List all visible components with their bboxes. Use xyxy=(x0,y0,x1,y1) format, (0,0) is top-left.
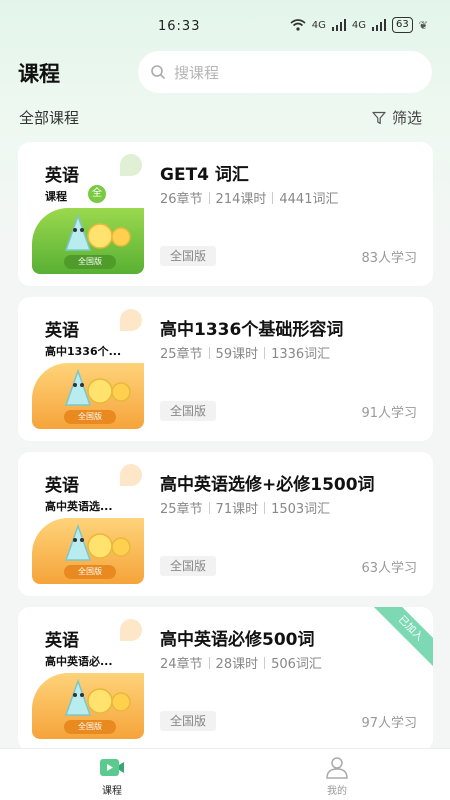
thumbnail-subtitle: 高中1336个... xyxy=(45,345,122,358)
chapter-count: 24章节 xyxy=(160,657,203,672)
network-label-2: 4G xyxy=(351,19,367,31)
meta-divider xyxy=(208,657,210,669)
filter-button[interactable]: 筛选 xyxy=(372,107,422,128)
thumbnail-subject: 英语 xyxy=(45,631,79,651)
thumbnail-edition: 全国版 xyxy=(64,720,116,734)
meta-divider xyxy=(264,657,266,669)
abc-mascot-icon xyxy=(64,368,131,406)
thumbnail-decoration xyxy=(120,619,142,641)
course-title: GET4 词汇 xyxy=(160,165,249,185)
page-title: 课程 xyxy=(18,62,60,86)
course-thumbnail: 英语 高中1336个... 全国版 xyxy=(32,307,144,429)
version-tag: 全国版 xyxy=(160,556,217,576)
course-card[interactable]: 英语 高中英语必... 全国版 高中英语必修500词 24章节 28课时 506词汇… xyxy=(18,607,433,751)
thumbnail-decoration xyxy=(120,309,142,331)
thumbnail-subtitle: 高中英语选... xyxy=(45,500,113,513)
abc-mascot-icon xyxy=(64,523,131,561)
bottom-nav: 课程 我的 xyxy=(0,748,450,800)
word-count: 4441词汇 xyxy=(279,192,339,207)
meta-divider xyxy=(264,347,266,359)
learner-count: 63人学习 xyxy=(361,561,417,576)
course-meta: 25章节 71课时 1503词汇 xyxy=(160,498,330,517)
meta-divider xyxy=(208,502,210,514)
learner-count: 97人学习 xyxy=(361,716,417,731)
filter-icon xyxy=(372,111,386,124)
wifi-icon xyxy=(290,19,306,31)
course-card[interactable]: 英语 课程 全 全国版 GET4 词汇 26章节 214课时 4441词汇 全国版 … xyxy=(18,142,433,286)
thumbnail-badge: 全 xyxy=(88,185,106,203)
thumbnail-decoration xyxy=(120,464,142,486)
course-meta: 25章节 59课时 1336词汇 xyxy=(160,343,330,362)
search-placeholder: 搜课程 xyxy=(174,63,220,82)
lesson-count: 71课时 xyxy=(215,502,259,517)
course-thumbnail: 英语 高中英语必... 全国版 xyxy=(32,617,144,739)
profile-icon xyxy=(326,757,348,779)
course-thumbnail: 英语 课程 全 全国版 xyxy=(32,152,144,274)
course-meta: 26章节 214课时 4441词汇 xyxy=(160,188,338,207)
chapter-count: 25章节 xyxy=(160,347,203,362)
leaf-icon: ❦ xyxy=(418,18,428,32)
chapter-count: 25章节 xyxy=(160,502,203,517)
search-input[interactable]: 搜课程 xyxy=(138,51,432,93)
thumbnail-subject: 英语 xyxy=(45,166,79,186)
nav-label-courses: 课程 xyxy=(102,786,122,797)
word-count: 1336词汇 xyxy=(271,347,331,362)
lesson-count: 28课时 xyxy=(215,657,259,672)
signal-icon xyxy=(331,19,346,31)
search-icon xyxy=(151,65,166,80)
thumbnail-edition: 全国版 xyxy=(64,410,116,424)
course-list: 英语 课程 全 全国版 GET4 词汇 26章节 214课时 4441词汇 全国版 … xyxy=(18,142,433,762)
version-tag: 全国版 xyxy=(160,711,217,731)
course-title: 高中英语选修+必修1500词 xyxy=(160,475,375,495)
abc-mascot-icon xyxy=(64,678,131,716)
status-icons: 4G 4G 63 ❦ xyxy=(290,17,428,33)
status-bar: 16:33 4G 4G 63 ❦ xyxy=(0,0,450,52)
lesson-count: 214课时 xyxy=(215,192,267,207)
joined-ribbon: 已加入 xyxy=(371,607,433,668)
meta-divider xyxy=(208,192,210,204)
course-card[interactable]: 英语 高中1336个... 全国版 高中1336个基础形容词 25章节 59课时 1… xyxy=(18,297,433,441)
signal-icon-2 xyxy=(372,19,387,31)
battery-indicator: 63 xyxy=(392,17,413,33)
word-count: 506词汇 xyxy=(271,657,322,672)
learner-count: 91人学习 xyxy=(361,406,417,421)
meta-divider xyxy=(264,502,266,514)
thumbnail-subject: 英语 xyxy=(45,476,79,496)
nav-tab-mine[interactable]: 我的 xyxy=(307,756,367,797)
thumbnail-edition: 全国版 xyxy=(64,255,116,269)
network-label-1: 4G xyxy=(311,19,326,31)
thumbnail-decoration xyxy=(120,154,142,176)
sub-header: 全部课程 筛选 xyxy=(0,104,450,130)
abc-mascot-icon xyxy=(64,213,131,251)
course-thumbnail: 英语 高中英语选... 全国版 xyxy=(32,462,144,584)
course-meta: 24章节 28课时 506词汇 xyxy=(160,653,322,672)
status-time: 16:33 xyxy=(158,19,201,34)
version-tag: 全国版 xyxy=(160,401,217,421)
course-title: 高中1336个基础形容词 xyxy=(160,320,344,340)
nav-label-mine: 我的 xyxy=(327,786,347,797)
learner-count: 83人学习 xyxy=(361,251,417,266)
video-play-icon xyxy=(100,759,124,776)
course-card[interactable]: 英语 高中英语选... 全国版 高中英语选修+必修1500词 25章节 71课时 1… xyxy=(18,452,433,596)
section-title: 全部课程 xyxy=(19,109,80,127)
nav-tab-courses[interactable]: 课程 xyxy=(82,756,142,797)
thumbnail-subtitle: 课程 xyxy=(45,190,67,203)
version-tag: 全国版 xyxy=(160,246,217,266)
chapter-count: 26章节 xyxy=(160,192,203,207)
course-title: 高中英语必修500词 xyxy=(160,630,315,650)
word-count: 1503词汇 xyxy=(271,502,331,517)
header: 课程 搜课程 xyxy=(0,50,450,96)
thumbnail-subtitle: 高中英语必... xyxy=(45,655,113,668)
filter-label: 筛选 xyxy=(391,109,422,127)
meta-divider xyxy=(272,192,274,204)
lesson-count: 59课时 xyxy=(215,347,259,362)
thumbnail-edition: 全国版 xyxy=(64,565,116,579)
thumbnail-subject: 英语 xyxy=(45,321,79,341)
meta-divider xyxy=(208,347,210,359)
